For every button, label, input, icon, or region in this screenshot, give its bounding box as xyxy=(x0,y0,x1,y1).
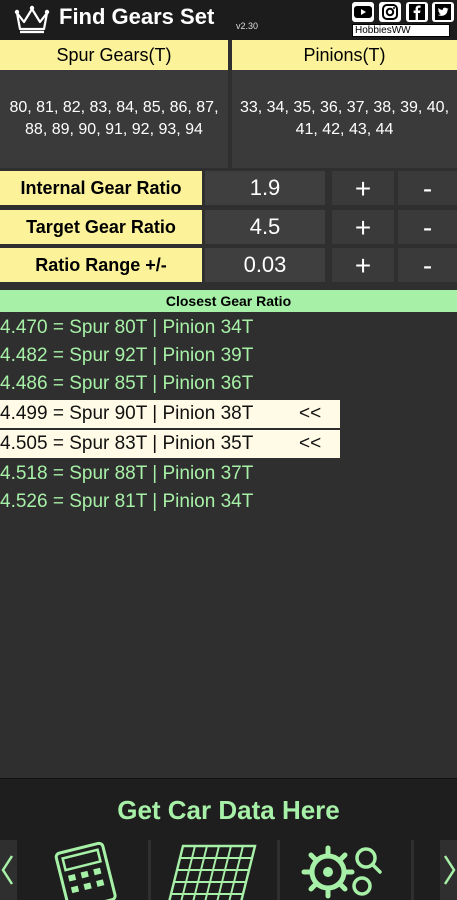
result-text: 4.505 = Spur 83T | Pinion 35T xyxy=(0,433,254,454)
instagram-icon[interactable] xyxy=(379,2,401,22)
result-row[interactable]: 4.526 = Spur 81T | Pinion 34T xyxy=(0,488,253,516)
ratio-range-label: Ratio Range +/- xyxy=(0,248,202,282)
target-gear-ratio-minus-button[interactable]: - xyxy=(398,210,457,244)
nav-tab-calculator[interactable] xyxy=(17,840,148,900)
result-text: 4.499 = Spur 90T | Pinion 38T xyxy=(0,403,254,424)
spur-gears-list[interactable]: 80, 81, 82, 83, 84, 85, 86, 87, 88, 89, … xyxy=(0,70,228,168)
facebook-icon[interactable] xyxy=(406,2,428,22)
result-row[interactable]: 4.505 = Spur 83T | Pinion 35T << xyxy=(0,430,340,458)
ratio-range-value[interactable]: 0.03 xyxy=(205,248,325,282)
app-title: Find Gears Set xyxy=(59,4,215,29)
grid-table-icon xyxy=(167,844,257,900)
result-text: 4.486 = Spur 85T | Pinion 36T xyxy=(0,373,254,394)
internal-gear-ratio-value[interactable]: 1.9 xyxy=(205,171,325,205)
nav-tab-find-gears[interactable] xyxy=(280,840,411,900)
pinions-values: 33, 34, 35, 36, 37, 38, 39, 40, 41, 42, … xyxy=(239,99,450,138)
youtube-icon[interactable] xyxy=(352,2,374,22)
result-row[interactable]: 4.470 = Spur 80T | Pinion 34T xyxy=(0,314,253,342)
result-row[interactable]: 4.482 = Spur 92T | Pinion 39T xyxy=(0,342,253,370)
chevron-left-icon[interactable] xyxy=(0,852,14,888)
spur-gears-values: 80, 81, 82, 83, 84, 85, 86, 87, 88, 89, … xyxy=(9,99,219,138)
result-row[interactable]: 4.486 = Spur 85T | Pinion 36T xyxy=(0,370,253,398)
result-text: 4.526 = Spur 81T | Pinion 34T xyxy=(0,491,254,512)
chevron-right-icon[interactable] xyxy=(443,852,457,888)
result-row[interactable]: 4.499 = Spur 90T | Pinion 38T << xyxy=(0,400,340,428)
target-gear-ratio-value[interactable]: 4.5 xyxy=(205,210,325,244)
target-gear-ratio-label: Target Gear Ratio xyxy=(0,210,202,244)
pinions-list[interactable]: 33, 34, 35, 36, 37, 38, 39, 40, 41, 42, … xyxy=(232,70,457,168)
nav-tab-partial[interactable] xyxy=(414,840,440,900)
internal-gear-ratio-minus-button[interactable]: - xyxy=(398,171,457,205)
twitter-icon[interactable] xyxy=(432,2,454,22)
pinions-header: Pinions(T) xyxy=(232,40,457,70)
result-text: 4.518 = Spur 88T | Pinion 37T xyxy=(0,463,254,484)
result-text: 4.470 = Spur 80T | Pinion 34T xyxy=(0,317,254,338)
ratio-range-minus-button[interactable]: - xyxy=(398,248,457,282)
ratio-range-plus-button[interactable]: + xyxy=(332,248,394,282)
match-marker: << xyxy=(299,403,322,424)
crown-icon xyxy=(14,5,50,34)
brand-tag[interactable]: HobbiesWW xyxy=(352,24,450,37)
internal-gear-ratio-label: Internal Gear Ratio xyxy=(0,171,202,205)
closest-gear-ratio-header: Closest Gear Ratio xyxy=(0,290,457,312)
match-marker: << xyxy=(299,433,322,454)
calculator-icon xyxy=(54,841,117,900)
result-text: 4.482 = Spur 92T | Pinion 39T xyxy=(0,345,254,366)
target-gear-ratio-plus-button[interactable]: + xyxy=(332,210,394,244)
get-car-data-button[interactable]: Get Car Data Here xyxy=(0,778,457,840)
nav-tab-grid[interactable] xyxy=(151,840,277,900)
app-header: Find Gears Set v2.30 HobbiesWW xyxy=(0,0,457,40)
gears-search-icon xyxy=(301,845,382,899)
version-label: v2.30 xyxy=(236,21,259,31)
internal-gear-ratio-plus-button[interactable]: + xyxy=(332,171,394,205)
spur-gears-header: Spur Gears(T) xyxy=(0,40,228,70)
result-row[interactable]: 4.518 = Spur 88T | Pinion 37T xyxy=(0,460,253,488)
